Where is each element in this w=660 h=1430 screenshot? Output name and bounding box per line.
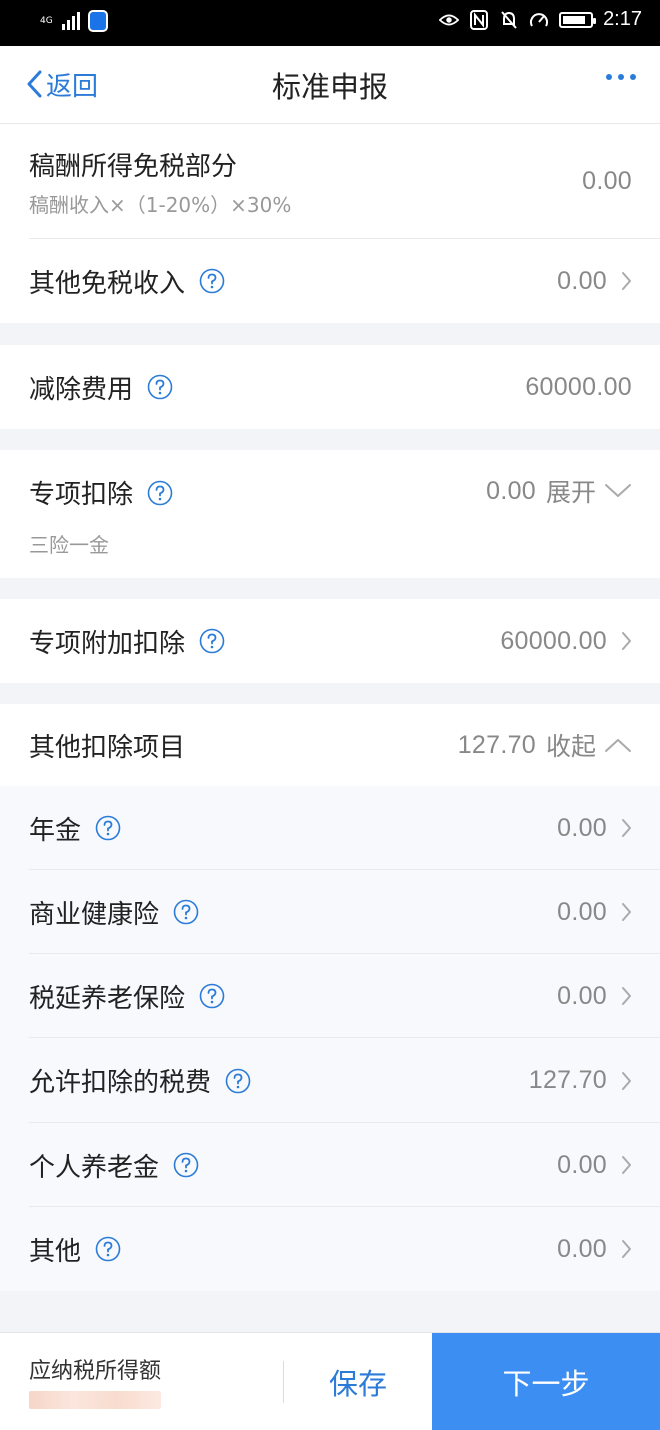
help-icon[interactable] xyxy=(173,899,199,925)
mute-bell-icon xyxy=(499,9,519,31)
personal-pension-label: 个人养老金 xyxy=(29,1152,160,1183)
navigation-bar: 返回 标准申报 xyxy=(0,46,660,124)
chevron-right-icon xyxy=(622,1240,631,1258)
list-item-deductible-taxes[interactable]: 允许扣除的税费 127.70 xyxy=(0,1038,660,1123)
annuity-label: 年金 xyxy=(29,815,82,846)
taxable-income-value-redacted xyxy=(29,1391,161,1409)
help-icon[interactable] xyxy=(199,983,225,1009)
help-icon[interactable] xyxy=(225,1068,251,1094)
other-deductions-value: 127.70 xyxy=(457,730,536,759)
network-type-label: 4G xyxy=(40,15,53,26)
other-exempt-income-row[interactable]: 其他免税收入 0.00 xyxy=(0,239,660,323)
collapse-toggle-label[interactable]: 收起 xyxy=(546,727,596,763)
other-value: 0.00 xyxy=(557,1234,607,1263)
remuneration-exempt-label: 稿酬所得免税部分 xyxy=(29,151,238,182)
list-item-other[interactable]: 其他 0.00 xyxy=(0,1207,660,1291)
chevron-right-icon xyxy=(622,1156,631,1174)
expand-toggle-label[interactable]: 展开 xyxy=(546,473,596,509)
other-deductions-header-row[interactable]: 其他扣除项目 127.70 收起 xyxy=(0,704,660,786)
list-item-health-insurance[interactable]: 商业健康险 0.00 xyxy=(0,870,660,954)
deduction-expense-row: 减除费用 60000.00 xyxy=(0,345,660,429)
nfc-icon xyxy=(469,9,489,31)
tax-deferred-pension-label: 税延养老保险 xyxy=(29,983,186,1014)
save-button[interactable]: 保存 xyxy=(284,1333,432,1430)
special-additional-deduction-value: 60000.00 xyxy=(500,626,607,655)
special-deduction-card: 专项扣除 三险一金 0.00 展开 xyxy=(0,450,660,578)
other-deductions-list: 年金 0.00 商业健康险 0.00 税延养老保险 0.00 允许扣除的税费 1… xyxy=(0,786,660,1291)
exempt-income-card: 稿酬所得免税部分 稿酬收入×（1-20%）×30% 0.00 其他免税收入 0.… xyxy=(0,124,660,323)
special-additional-deduction-label: 专项附加扣除 xyxy=(29,628,186,659)
other-deductions-label: 其他扣除项目 xyxy=(29,732,186,763)
special-deduction-row[interactable]: 专项扣除 三险一金 0.00 展开 xyxy=(0,450,660,578)
other-exempt-income-label: 其他免税收入 xyxy=(29,268,186,299)
taxable-income-label: 应纳税所得额 xyxy=(29,1359,162,1384)
deduction-expense-card: 减除费用 60000.00 xyxy=(0,345,660,429)
more-menu-button[interactable] xyxy=(606,74,636,80)
chevron-right-icon xyxy=(622,987,631,1005)
other-exempt-income-value: 0.00 xyxy=(557,266,607,295)
help-icon[interactable] xyxy=(147,480,173,506)
next-step-button[interactable]: 下一步 xyxy=(432,1333,660,1430)
chevron-right-icon xyxy=(622,272,631,290)
list-item-tax-deferred-pension[interactable]: 税延养老保险 0.00 xyxy=(0,954,660,1038)
deductible-taxes-label: 允许扣除的税费 xyxy=(29,1068,212,1098)
special-deduction-subtitle: 三险一金 xyxy=(29,533,109,557)
health-insurance-label: 商业健康险 xyxy=(29,899,160,930)
personal-pension-value: 0.00 xyxy=(557,1150,607,1179)
list-item-personal-pension[interactable]: 个人养老金 0.00 xyxy=(0,1123,660,1207)
deduction-expense-label: 减除费用 xyxy=(29,374,134,405)
signal-icon xyxy=(62,12,80,30)
health-insurance-value: 0.00 xyxy=(557,897,607,926)
bottom-action-bar: 应纳税所得额 保存 下一步 xyxy=(0,1332,660,1430)
form-content: 稿酬所得免税部分 稿酬收入×（1-20%）×30% 0.00 其他免税收入 0.… xyxy=(0,124,660,1291)
clock: 2:17 xyxy=(603,8,642,30)
battery-icon xyxy=(559,11,597,28)
app-notification-icon xyxy=(88,10,108,32)
status-bar: 4G 2:17 xyxy=(0,0,660,46)
speed-icon xyxy=(529,9,549,31)
chevron-down-icon[interactable] xyxy=(604,483,632,499)
deduction-expense-value: 60000.00 xyxy=(525,372,632,401)
chevron-right-icon xyxy=(622,903,631,921)
chevron-right-icon xyxy=(622,1071,631,1090)
page-title: 标准申报 xyxy=(271,70,388,104)
eye-icon xyxy=(439,9,460,31)
remuneration-exempt-formula: 稿酬收入×（1-20%）×30% xyxy=(29,192,292,217)
help-icon[interactable] xyxy=(147,374,173,400)
special-additional-deduction-row[interactable]: 专项附加扣除 60000.00 xyxy=(0,599,660,683)
annuity-value: 0.00 xyxy=(557,813,607,842)
list-item-annuity[interactable]: 年金 0.00 xyxy=(0,786,660,870)
more-icon xyxy=(606,74,612,80)
remuneration-exempt-row: 稿酬所得免税部分 稿酬收入×（1-20%）×30% 0.00 xyxy=(0,124,660,239)
remuneration-exempt-value: 0.00 xyxy=(582,167,632,195)
special-deduction-label: 专项扣除 xyxy=(29,480,134,510)
other-deductions-card: 其他扣除项目 127.70 收起 年金 0.00 商业健康险 0.00 税延养老… xyxy=(0,704,660,1291)
special-deduction-value: 0.00 xyxy=(486,476,536,505)
help-icon[interactable] xyxy=(199,268,225,294)
tax-deferred-pension-value: 0.00 xyxy=(557,981,607,1010)
special-additional-deduction-card: 专项附加扣除 60000.00 xyxy=(0,599,660,683)
help-icon[interactable] xyxy=(95,1236,121,1262)
other-label: 其他 xyxy=(29,1236,82,1267)
help-icon[interactable] xyxy=(199,628,225,654)
chevron-right-icon xyxy=(622,632,631,650)
chevron-up-icon[interactable] xyxy=(604,737,632,753)
deductible-taxes-value: 127.70 xyxy=(528,1066,607,1094)
chevron-right-icon xyxy=(622,819,631,837)
help-icon[interactable] xyxy=(173,1152,199,1178)
help-icon[interactable] xyxy=(95,815,121,841)
